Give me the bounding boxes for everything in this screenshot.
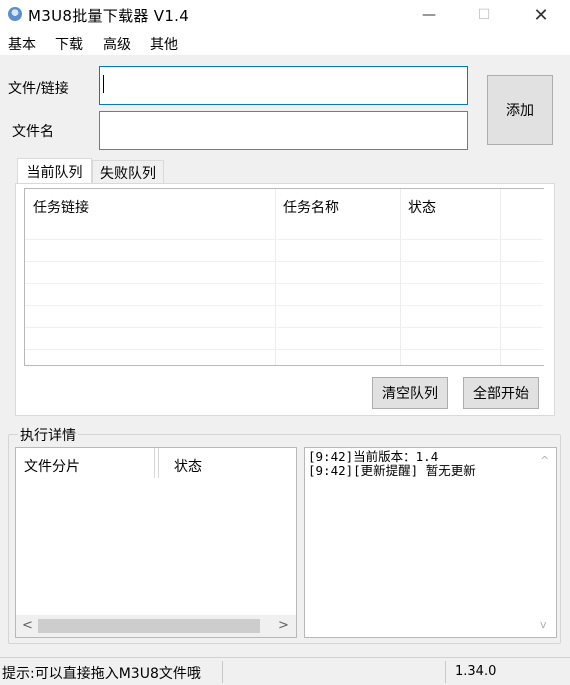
status-version: 1.34.0 [455,664,497,679]
menu-basic[interactable]: 基本 [8,34,36,54]
tab-failed-queue[interactable]: 失败队列 [92,160,164,184]
minimize-button[interactable]: — [406,0,452,30]
title-bar: M3U8批量下载器 V1.4 — ☐ ✕ [0,0,570,30]
scroll-down-icon[interactable]: v [540,618,547,631]
menu-download[interactable]: 下载 [55,34,83,54]
column-divider [275,189,276,365]
log-line: [9:42]当前版本：1.4 [308,449,439,464]
menu-advanced[interactable]: 高级 [103,34,131,54]
column-fragment-status[interactable]: 状态 [174,456,202,476]
column-divider [154,448,155,478]
tab-current-queue[interactable]: 当前队列 [17,158,92,184]
close-icon: ✕ [533,4,549,26]
column-task-name[interactable]: 任务名称 [283,197,339,217]
add-button[interactable]: 添加 [487,75,553,145]
maximize-button[interactable]: ☐ [461,0,507,30]
grid-line [25,327,543,328]
status-separator [445,661,446,683]
app-icon [8,7,22,21]
file-name-label: 文件名 [12,124,54,140]
file-link-input[interactable] [99,66,468,105]
scrollbar-thumb[interactable] [38,619,260,633]
start-all-button[interactable]: 全部开始 [463,377,539,409]
status-hint: 提示:可以直接拖入M3U8文件哦 [2,666,201,682]
grid-line [25,239,543,240]
maximize-icon: ☐ [477,7,491,23]
status-bar: 提示:可以直接拖入M3U8文件哦 1.34.0 [0,657,570,685]
menu-other[interactable]: 其他 [150,34,178,54]
grid-line [25,349,543,350]
grid-line [25,283,543,284]
queue-list[interactable]: 任务链接 任务名称 状态 [24,188,544,366]
status-separator [222,661,223,683]
scroll-up-icon[interactable]: ^ [540,454,549,467]
file-link-label: 文件/链接 [8,81,69,97]
file-name-input[interactable] [99,111,468,150]
close-button[interactable]: ✕ [518,0,564,30]
horizontal-scrollbar[interactable]: < > [16,615,296,637]
grid-line [25,305,543,306]
text-caret [103,75,104,93]
fragment-list[interactable]: 文件分片 状态 < > [15,447,297,638]
minimize-icon: — [422,7,436,23]
scroll-left-icon[interactable]: < [22,618,33,633]
column-divider [158,448,159,478]
column-divider [500,189,501,365]
log-line: [9:42][更新提醒] 暂无更新 [308,463,476,478]
grid-line [25,261,543,262]
column-divider [400,189,401,365]
vertical-scrollbar[interactable]: ^ v [533,448,555,637]
clear-queue-button[interactable]: 清空队列 [372,377,448,409]
column-status[interactable]: 状态 [408,197,436,217]
column-file-fragment[interactable]: 文件分片 [24,456,80,476]
scroll-right-icon[interactable]: > [278,618,289,633]
menu-bar: 基本 下载 高级 其他 [0,30,570,55]
details-group-title: 执行详情 [18,425,78,445]
window-title: M3U8批量下载器 V1.4 [28,7,190,25]
log-textbox[interactable]: [9:42]当前版本：1.4 [9:42][更新提醒] 暂无更新 ^ v [304,447,557,638]
column-task-link[interactable]: 任务链接 [33,197,89,217]
